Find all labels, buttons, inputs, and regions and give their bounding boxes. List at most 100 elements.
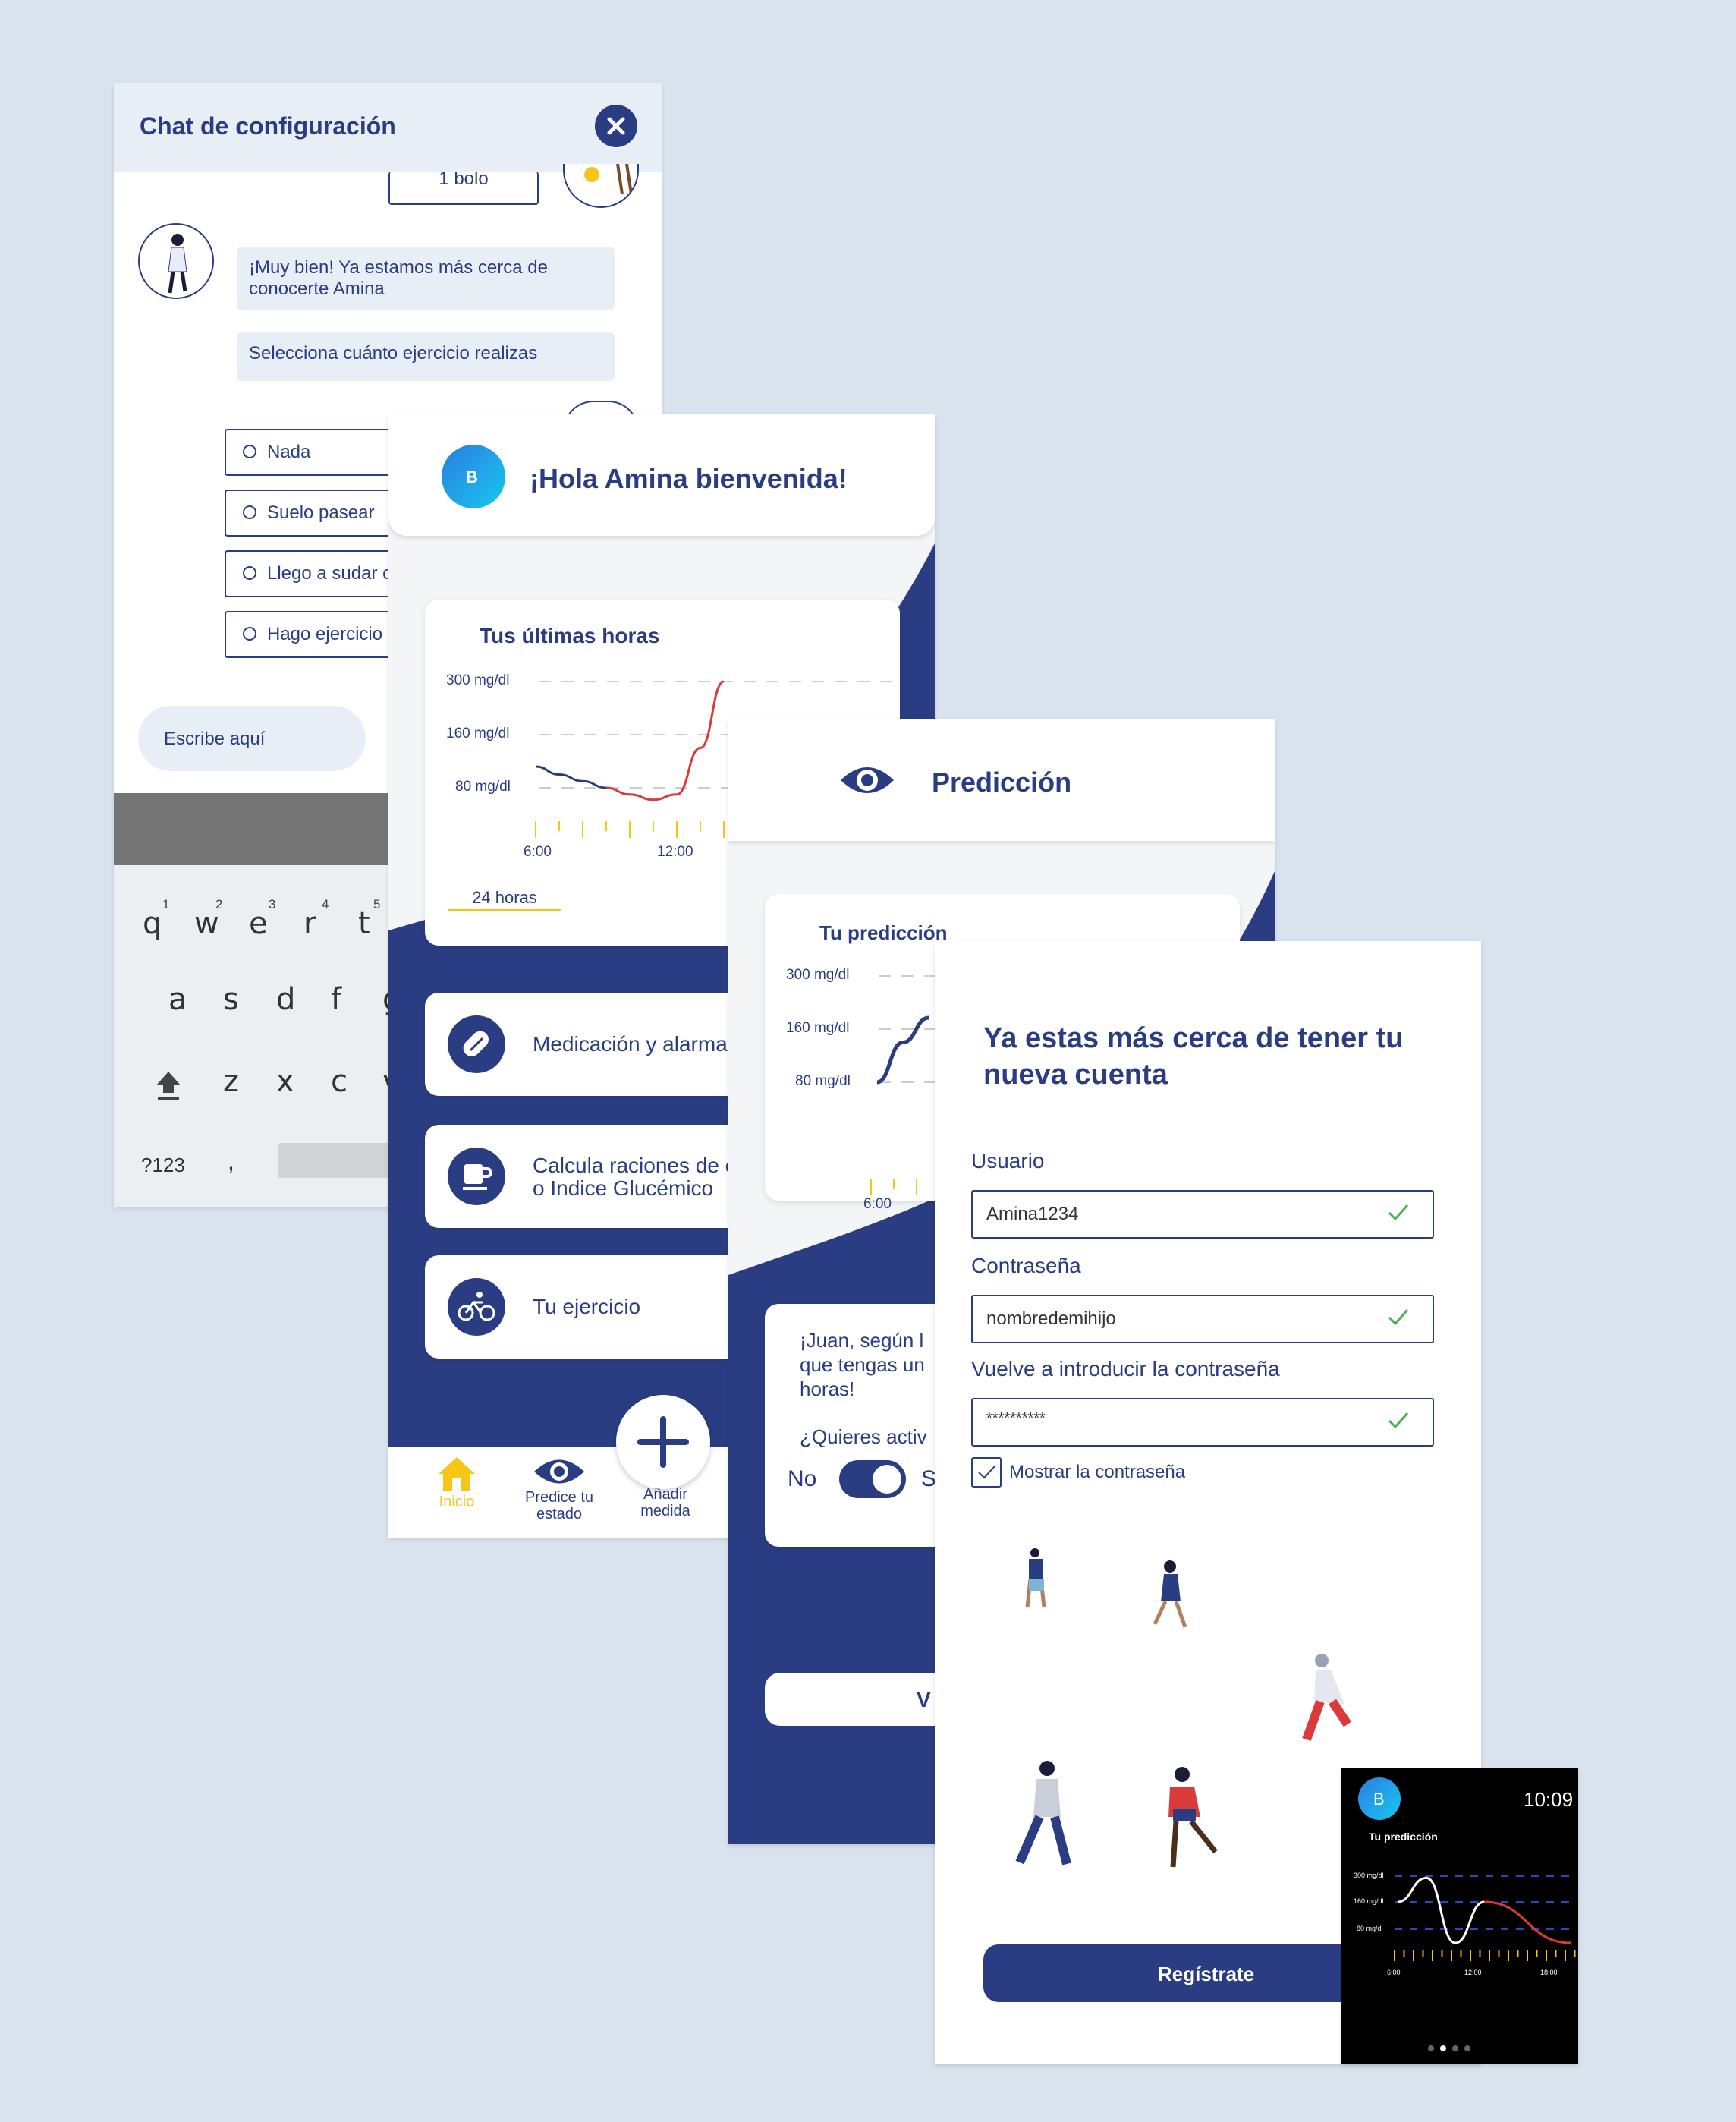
x-tick-label: 12:00 xyxy=(657,844,693,860)
key-a[interactable]: a xyxy=(168,982,187,1017)
chat-bubble-1: ¡Muy bien! Ya estamos más cerca de conoc… xyxy=(237,247,615,310)
previous-option: 1 bolo xyxy=(388,172,539,205)
option-nada[interactable]: Nada xyxy=(225,429,399,476)
eye-icon xyxy=(534,1459,584,1484)
key-number-hint: 3 xyxy=(269,897,276,911)
check-icon xyxy=(1388,1204,1409,1221)
x-tick-label: 6:00 xyxy=(863,1196,892,1212)
chat-input[interactable]: Escribe aquí xyxy=(138,706,366,771)
key-e[interactable]: e xyxy=(249,906,268,941)
eye-icon xyxy=(841,767,894,793)
home-icon xyxy=(439,1457,475,1491)
show-password-checkbox[interactable] xyxy=(971,1457,1002,1488)
chat-header: Chat de configuración xyxy=(114,83,662,172)
prediction-message: ¡Juan, según l que tengas un horas! xyxy=(800,1328,925,1401)
watch-screen: B 10:09 Tu predicción 300 mg/dl 160 mg/d… xyxy=(1341,1768,1578,2064)
greeting: ¡Hola Amina bienvenida! xyxy=(530,463,848,494)
prediction-title: Predicción xyxy=(932,767,1072,798)
series-line-1 xyxy=(1483,1900,1571,1944)
key-c[interactable]: c xyxy=(331,1064,348,1099)
register-button-label: Regístrate xyxy=(1158,1963,1255,1985)
plus-icon xyxy=(637,1416,689,1468)
password-field[interactable]: nombredemihijo xyxy=(971,1295,1434,1343)
nav-predice-label-1: Predice tu xyxy=(524,1489,594,1506)
key-symbols[interactable]: ?123 xyxy=(141,1154,185,1177)
user-label: Usuario xyxy=(971,1149,1045,1173)
radio-icon xyxy=(243,565,256,580)
chat-title: Chat de configuración xyxy=(140,112,396,140)
key-number-hint: 4 xyxy=(322,897,329,911)
confirm-password-label: Vuelve a introducir la contraseña xyxy=(971,1357,1280,1381)
key-t[interactable]: t xyxy=(358,906,370,941)
watch-chart xyxy=(1394,1875,1577,1961)
key-q[interactable]: q xyxy=(143,906,162,941)
avatar[interactable]: B xyxy=(442,445,505,508)
add-measure-button[interactable] xyxy=(616,1395,710,1489)
x-tick-label: 6:00 xyxy=(1387,1969,1401,1976)
user-field[interactable]: Amina1234 xyxy=(971,1190,1434,1239)
toggle-no-label: No xyxy=(788,1466,817,1491)
key-x[interactable]: x xyxy=(276,1064,294,1099)
message-line-1: ¡Juan, según l xyxy=(800,1329,924,1352)
register-title: Ya estas más cerca de tener tu nueva cue… xyxy=(983,1020,1403,1093)
home-header: B ¡Hola Amina bienvenida! xyxy=(388,414,935,536)
confirm-password-field[interactable]: ********** xyxy=(971,1398,1434,1447)
option-llego-a-sudar[interactable]: Llego a sudar c xyxy=(225,550,399,597)
key-number-hint: 1 xyxy=(162,897,170,911)
key-f[interactable]: f xyxy=(331,982,341,1017)
menu-rations-label-1: Calcula raciones de c xyxy=(533,1154,736,1177)
bike-icon xyxy=(448,1278,505,1336)
avatar-letter: B xyxy=(466,468,478,486)
password-label: Contraseña xyxy=(971,1254,1081,1277)
alarm-toggle[interactable] xyxy=(839,1460,906,1498)
nav-inicio[interactable]: Inicio xyxy=(411,1454,502,1530)
key-d[interactable]: d xyxy=(276,982,295,1017)
menu-rations-label-2: o Indice Glucémico xyxy=(533,1176,714,1200)
show-password-label: Mostrar la contraseña xyxy=(1009,1462,1186,1482)
nav-predice[interactable]: Predice tu estado xyxy=(502,1454,616,1530)
shift-icon[interactable] xyxy=(153,1069,184,1102)
register-title-line-1: Ya estas más cerca de tener tu xyxy=(983,1022,1404,1054)
option-suelo-pasear[interactable]: Suelo pasear xyxy=(225,490,399,537)
confirm-password-value: ********** xyxy=(986,1410,1046,1427)
x-tick-label: 6:00 xyxy=(524,844,552,860)
radio-icon xyxy=(243,444,256,458)
key-number-hint: 5 xyxy=(373,897,381,911)
key-z[interactable]: z xyxy=(223,1064,239,1099)
user-field-value: Amina1234 xyxy=(986,1204,1079,1224)
option-hago-ejercicio[interactable]: Hago ejercicio xyxy=(225,611,399,658)
chat-input-placeholder: Escribe aquí xyxy=(164,729,266,749)
prediction-question: ¿Quieres activ xyxy=(800,1425,927,1448)
nav-anadir[interactable]: Añadir medida xyxy=(616,1486,715,1535)
series-line-0 xyxy=(535,765,607,789)
key-s[interactable]: s xyxy=(223,982,239,1017)
register-title-line-2: nueva cuenta xyxy=(983,1059,1168,1091)
check-icon xyxy=(978,1466,995,1479)
check-icon xyxy=(1388,1309,1409,1326)
password-field-value: nombredemihijo xyxy=(986,1308,1116,1329)
radio-icon xyxy=(243,505,256,519)
series-line-0 xyxy=(876,1015,929,1085)
menu-medication-label: Medicación y alarma xyxy=(533,1032,728,1056)
watch-page-indicator[interactable] xyxy=(1426,2043,1480,2057)
prediction-header: Predicción xyxy=(728,719,1275,841)
message-line-2: que tengas un xyxy=(800,1353,925,1376)
series-line-1 xyxy=(605,680,725,801)
menu-exercise-label: Tu ejercicio xyxy=(533,1295,641,1318)
close-button[interactable] xyxy=(595,105,637,147)
assistant-avatar xyxy=(138,223,214,299)
range-tab-24h[interactable]: 24 horas xyxy=(448,888,561,911)
series-line-0 xyxy=(1397,1876,1485,1944)
key-r[interactable]: r xyxy=(303,906,316,941)
close-icon xyxy=(607,117,625,135)
key-w[interactable]: w xyxy=(194,906,219,941)
check-icon xyxy=(1388,1412,1409,1429)
message-line-3: horas! xyxy=(800,1377,855,1400)
toggle-yes-label: S xyxy=(921,1466,937,1491)
chat-bubble-2: Selecciona cuánto ejercicio realizas xyxy=(237,332,615,381)
user-avatar xyxy=(563,164,639,208)
prediction-action-label: V xyxy=(917,1688,931,1711)
key-comma[interactable]: , xyxy=(228,1148,234,1176)
nav-predice-label-2: estado xyxy=(536,1506,583,1522)
pill-icon xyxy=(448,1015,505,1073)
